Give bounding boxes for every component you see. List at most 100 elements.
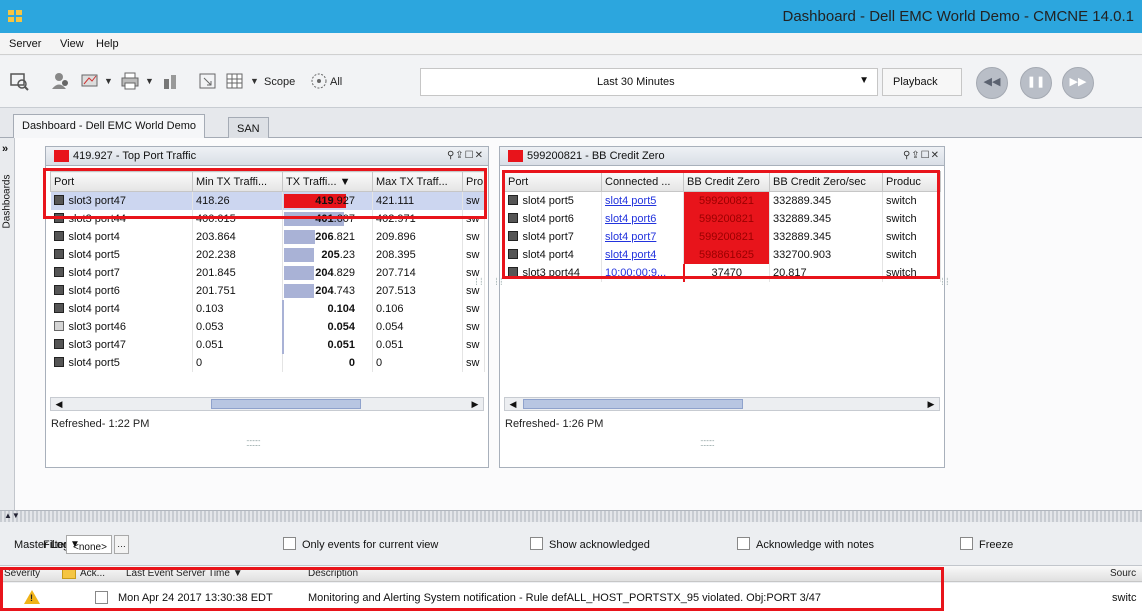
discover-icon[interactable] [9, 71, 29, 91]
horizontal-scrollbar[interactable]: ◀ ▶ [504, 397, 940, 411]
filter-more-button[interactable]: … [114, 535, 129, 554]
menu-server[interactable]: Server [9, 38, 41, 50]
column-header[interactable]: Sourc [1110, 568, 1136, 579]
fast-forward-button[interactable]: ▶▶ [1062, 67, 1094, 99]
widget-header[interactable]: 599200821 - BB Credit Zero ⚲⇪☐✕ [500, 147, 944, 166]
table-row[interactable]: slot4 port7 201.845 204.829 207.714 sw [50, 263, 485, 282]
refreshed-time: Refreshed- 1:22 PM [51, 418, 150, 430]
expand-icon[interactable] [53, 248, 64, 259]
expand-chevron-icon[interactable]: » [2, 143, 8, 155]
time-range-select[interactable]: Last 30 Minutes ▼ [420, 68, 878, 96]
expand-icon[interactable] [53, 338, 64, 349]
option-label: Freeze [979, 539, 1014, 551]
time-range-value: Last 30 Minutes [597, 76, 675, 88]
expand-icon[interactable] [53, 320, 64, 331]
min-tx-cell: 0.053 [192, 317, 283, 336]
scroll-left-icon[interactable]: ◀ [505, 399, 521, 410]
tx-traffic-cell: 206.821 [282, 227, 373, 246]
resize-handle[interactable]: ⁚⁚⁚⁚⁚⁚⁚⁚⁚ [700, 439, 715, 448]
monitor-dropdown-icon[interactable]: ▼ [104, 76, 113, 86]
checkbox-current-view[interactable] [283, 537, 296, 550]
product-cell: sw [462, 353, 485, 372]
expand-icon[interactable] [53, 284, 64, 295]
checkbox-acknowledge-notes[interactable] [737, 537, 750, 550]
scrollbar-thumb[interactable] [211, 399, 361, 409]
users-icon[interactable] [51, 71, 71, 91]
table-row[interactable]: slot4 port5 0 0 0 sw [50, 353, 485, 372]
scope-icon[interactable] [309, 71, 329, 91]
product-cell: sw [462, 317, 485, 336]
log-source: switc [1112, 592, 1137, 604]
menu-view[interactable]: View [60, 38, 84, 50]
expand-icon[interactable] [53, 230, 64, 241]
table-row[interactable]: slot4 port6 201.751 204.743 207.513 sw [50, 281, 485, 300]
expand-icon[interactable] [53, 302, 64, 313]
pause-button[interactable]: ❚❚ [1020, 67, 1052, 99]
rewind-icon: ◀◀ [983, 76, 1001, 88]
toolbar: ▼ ▼ ▼ Scope All Last 30 Minutes ▼ Playba… [0, 56, 1142, 108]
port-cell: slot3 port46 [50, 317, 193, 336]
scroll-right-icon[interactable]: ▶ [923, 399, 939, 410]
rewind-button[interactable]: ◀◀ [976, 67, 1008, 99]
zoom-icon[interactable] [198, 71, 218, 91]
horizontal-scrollbar[interactable]: ◀ ▶ [50, 397, 484, 411]
table-row[interactable]: slot4 port4 0.103 0.104 0.106 sw [50, 299, 485, 318]
min-tx-cell: 201.751 [192, 281, 283, 300]
log-row[interactable]: ! Mon Apr 24 2017 13:30:38 EDT Monitorin… [0, 567, 1142, 614]
table-row[interactable]: slot4 port5 202.238 205.23 208.395 sw [50, 245, 485, 264]
dashboards-rail[interactable]: » Dashboards [0, 138, 15, 510]
min-tx-cell: 0.051 [192, 335, 283, 354]
scrollbar-thumb[interactable] [523, 399, 743, 409]
resize-handle[interactable]: ⁚⁚⁚⁚⁚ [940, 277, 949, 285]
monitor-icon[interactable] [80, 71, 100, 91]
dashboards-label: Dashboards [1, 174, 13, 229]
expand-icon[interactable] [53, 266, 64, 277]
scroll-right-icon[interactable]: ▶ [467, 399, 483, 410]
widget-header[interactable]: 419.927 - Top Port Traffic ⚲⇪☐✕ [46, 147, 488, 166]
split-pane-divider[interactable]: ▲▼ [0, 510, 1142, 522]
widget-controls[interactable]: ⚲⇪☐✕ [447, 150, 484, 161]
tx-traffic-cell: 0.104 [281, 299, 373, 318]
print-icon[interactable] [120, 71, 140, 91]
filter-label: Filter [43, 539, 68, 551]
max-tx-cell: 0.051 [372, 335, 463, 354]
tab-san[interactable]: SAN [228, 117, 269, 138]
window-title: Dashboard - Dell EMC World Demo - CMCNE … [782, 8, 1135, 25]
scope-label: Scope [264, 76, 296, 88]
resize-handle[interactable]: ⁚⁚⁚⁚⁚⁚⁚⁚⁚ [246, 439, 261, 448]
table-row[interactable]: slot3 port46 0.053 0.054 0.054 sw [50, 317, 485, 336]
max-tx-cell: 208.395 [372, 245, 463, 264]
expand-icon[interactable] [53, 356, 64, 367]
checkbox-show-acknowledged[interactable] [530, 537, 543, 550]
fast-forward-icon: ▶▶ [1069, 76, 1087, 88]
widget-controls[interactable]: ⚲⇪☐✕ [903, 150, 940, 161]
checkbox-freeze[interactable] [960, 537, 973, 550]
table-row[interactable]: slot3 port47 0.051 0.051 0.051 sw [50, 335, 485, 354]
max-tx-cell: 207.513 [372, 281, 463, 300]
grid-dropdown-icon[interactable]: ▼ [250, 76, 259, 86]
menu-help[interactable]: Help [96, 38, 119, 50]
master-log-toolbar: Master Log . Filter <none> ▼ [0, 522, 1142, 566]
filter-select[interactable]: <none> ▼ [66, 535, 112, 554]
status-square [54, 150, 69, 162]
port-cell: slot4 port4 [50, 227, 193, 246]
scroll-left-icon[interactable]: ◀ [51, 399, 67, 410]
widget-title: 419.927 - Top Port Traffic [73, 150, 197, 162]
min-tx-cell: 0.103 [192, 299, 283, 318]
refreshed-time: Refreshed- 1:26 PM [505, 418, 604, 430]
scope-value[interactable]: All [330, 76, 342, 88]
resize-handle[interactable]: ⁚⁚⁚⁚⁚ [474, 277, 483, 285]
tab-dashboard[interactable]: Dashboard - Dell EMC World Demo [13, 114, 206, 138]
collapse-arrows-icon[interactable]: ▲▼ [4, 511, 20, 520]
menu-bar: Server View Help [0, 33, 1142, 55]
max-tx-cell: 0.106 [372, 299, 463, 318]
print-dropdown-icon[interactable]: ▼ [145, 76, 154, 86]
playback-button[interactable]: Playback [882, 68, 962, 96]
highlight-box [43, 168, 487, 219]
reports-icon[interactable] [161, 71, 181, 91]
grid-icon[interactable] [225, 71, 245, 91]
port-cell: slot3 port47 [50, 335, 193, 354]
table-row[interactable]: slot4 port4 203.864 206.821 209.896 sw [50, 227, 485, 246]
tx-traffic-cell: 0.051 [281, 335, 373, 354]
highlight-box [0, 567, 944, 611]
